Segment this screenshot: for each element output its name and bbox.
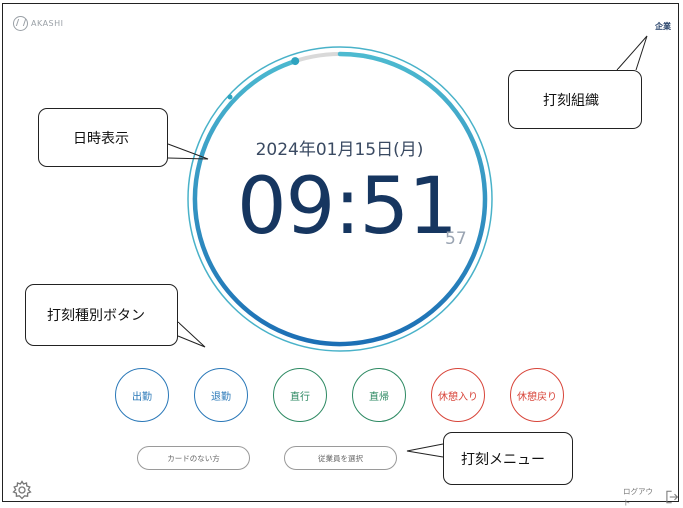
button-label: 直行 xyxy=(290,391,310,403)
logout-icon xyxy=(666,490,678,504)
no-card-button[interactable]: カードのない方 xyxy=(137,446,250,470)
clock-out-button[interactable]: 退勤 xyxy=(194,368,248,422)
button-label: 出勤 xyxy=(132,391,152,403)
button-label: 直帰 xyxy=(369,391,389,403)
akashi-logo: AKASHI xyxy=(13,16,64,31)
punch-types-callout: 打刻種別ボタン xyxy=(25,284,178,346)
seconds-display: 57 xyxy=(445,229,467,249)
logo-text: AKASHI xyxy=(31,19,64,28)
time-display: 09:51 xyxy=(237,162,458,252)
settings-gear-icon[interactable] xyxy=(12,480,32,500)
minute-marker-dot xyxy=(227,94,233,100)
clock-in-button[interactable]: 出勤 xyxy=(115,368,169,422)
break-start-button[interactable]: 休憩入り xyxy=(431,368,485,422)
akashi-logo-icon xyxy=(13,16,28,31)
punch-menu-callout: 打刻メニュー xyxy=(443,432,573,485)
logout-label: ログアウト xyxy=(623,487,653,507)
organization-label[interactable]: 企業 xyxy=(655,21,671,32)
direct-return-button[interactable]: 直帰 xyxy=(352,368,406,422)
logout-button[interactable]: ログアウト xyxy=(623,486,678,508)
button-label: 休憩入り xyxy=(438,391,478,403)
direct-go-button[interactable]: 直行 xyxy=(273,368,327,422)
button-label: 休憩戻り xyxy=(517,391,557,403)
date-display: 2024年01月15日(月) xyxy=(255,140,424,160)
datetime-callout: 日時表示 xyxy=(38,108,168,167)
organization-callout: 打刻組織 xyxy=(508,70,642,129)
break-end-button[interactable]: 休憩戻り xyxy=(510,368,564,422)
button-label: 退勤 xyxy=(211,391,231,403)
select-employee-button[interactable]: 従業員を選択 xyxy=(284,446,397,470)
progress-dot xyxy=(291,57,300,66)
